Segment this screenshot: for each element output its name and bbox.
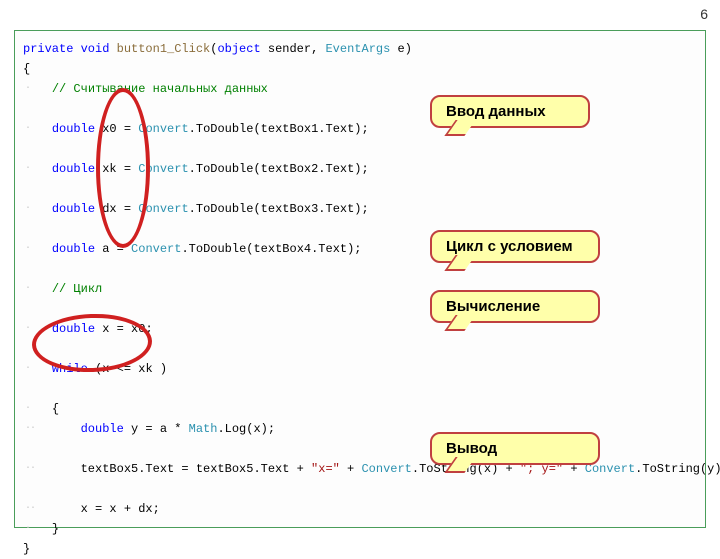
code-line: ·· textBox5.Text = textBox5.Text + "x=" … (23, 459, 701, 479)
callout-output-label: Вывод (446, 440, 497, 457)
callout-loop-label: Цикл с условием (446, 238, 573, 255)
highlight-ellipse-variables (96, 88, 150, 248)
page-number: 6 (700, 6, 708, 22)
callout-input: Ввод данных (430, 95, 590, 128)
code-line: private void button1_Click(object sender… (23, 39, 701, 59)
code-line: ·· x = x + dx; (23, 499, 701, 519)
code-line: ·· double y = a * Math.Log(x); (23, 419, 701, 439)
callout-input-label: Ввод данных (446, 103, 546, 120)
code-line (23, 379, 701, 399)
callout-output: Вывод (430, 432, 600, 465)
code-line: · } (23, 519, 701, 539)
code-line: { (23, 59, 701, 79)
code-line (23, 259, 701, 279)
code-line: } (23, 539, 701, 559)
code-line (23, 479, 701, 499)
callout-compute: Вычисление (430, 290, 600, 323)
callout-compute-label: Вычисление (446, 298, 540, 315)
code-line: · { (23, 399, 701, 419)
callout-loop: Цикл с условием (430, 230, 600, 263)
